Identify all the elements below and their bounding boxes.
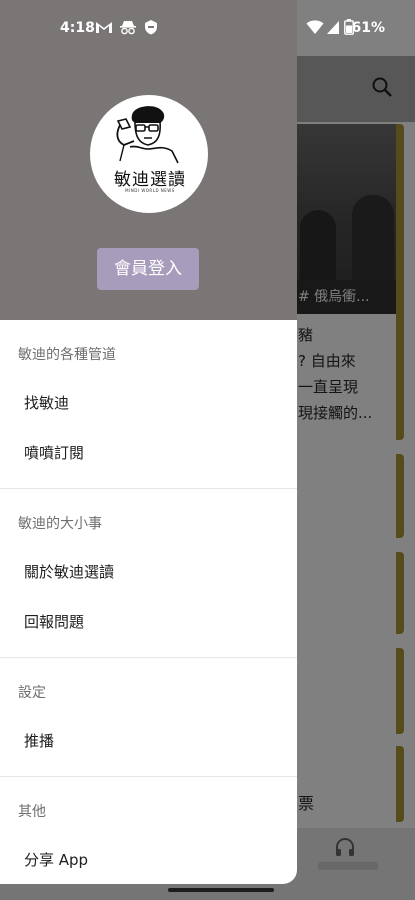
menu-section-channels: 敏迪的各種管道 找敏迪 噴噴訂閱 <box>0 320 297 489</box>
menu-item-report-issue[interactable]: 回報問題 <box>0 597 297 647</box>
drawer-menu: 敏迪的各種管道 找敏迪 噴噴訂閱 敏迪的大小事 關於敏迪選讀 回報問題 設定 推… <box>0 320 297 884</box>
menu-section-settings: 設定 推播 <box>0 658 297 777</box>
signal-icon <box>327 21 339 34</box>
menu-item-find-mindi[interactable]: 找敏迪 <box>0 378 297 428</box>
menu-section-other: 其他 分享 App <box>0 777 297 884</box>
shield-icon <box>145 20 157 35</box>
menu-item-notifications[interactable]: 推播 <box>0 716 297 766</box>
logo-subtitle: MINDI WORLD NEWS <box>125 188 175 193</box>
status-time: 4:18 <box>60 20 95 36</box>
menu-item-about[interactable]: 關於敏迪選讀 <box>0 547 297 597</box>
battery-percentage: 61% <box>351 20 385 36</box>
logo-caricature <box>116 106 179 164</box>
home-indicator[interactable] <box>168 888 274 892</box>
status-bar: 4:18 61% <box>0 0 415 56</box>
section-title: 敏迪的各種管道 <box>18 347 116 363</box>
menu-item-subscribe[interactable]: 噴噴訂閱 <box>0 428 297 478</box>
section-title: 敏迪的大小事 <box>18 516 102 532</box>
navigation-drawer: 敏迪選讀 MINDI WORLD NEWS 會員登入 敏迪的各種管道 找敏迪 噴… <box>0 0 297 884</box>
gmail-icon <box>96 22 112 33</box>
wifi-icon <box>306 20 324 34</box>
member-login-button[interactable]: 會員登入 <box>97 248 199 290</box>
section-title: 設定 <box>18 685 46 701</box>
section-title: 其他 <box>18 804 46 820</box>
menu-item-share-app[interactable]: 分享 App <box>0 835 297 884</box>
brand-logo: 敏迪選讀 MINDI WORLD NEWS <box>90 95 208 213</box>
logo-title: 敏迪選讀 <box>114 170 186 190</box>
incognito-icon <box>120 21 136 35</box>
menu-section-about: 敏迪的大小事 關於敏迪選讀 回報問題 <box>0 489 297 658</box>
